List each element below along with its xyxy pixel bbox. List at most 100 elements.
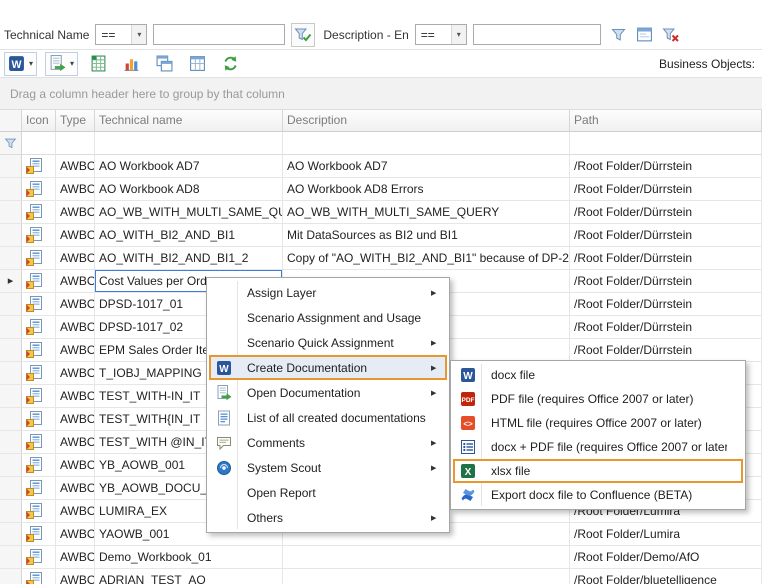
row-indicator[interactable] — [0, 431, 22, 454]
cell-type[interactable]: AWBO — [56, 362, 95, 385]
column-header-type[interactable]: Type — [56, 110, 95, 132]
filter-cell-type[interactable] — [56, 132, 95, 155]
cell-technical-name[interactable]: AO_WITH_BI2_AND_BI1 — [95, 224, 283, 247]
cell-path[interactable]: /Root Folder/Dürrstein — [570, 224, 762, 247]
cell-type[interactable]: AWBO — [56, 523, 95, 546]
filter-button[interactable] — [607, 23, 631, 47]
submenu-item-docx-file[interactable]: docx file ▶ — [453, 363, 743, 387]
cell-path[interactable]: /Root Folder/Dürrstein — [570, 293, 762, 316]
row-indicator[interactable] — [0, 523, 22, 546]
cell-path[interactable]: /Root Folder/bluetelligence — [570, 569, 762, 584]
clear-filter-button[interactable] — [659, 23, 683, 47]
menu-item-comments[interactable]: Comments ▶ — [209, 430, 447, 455]
row-indicator[interactable] — [0, 569, 22, 584]
table-row[interactable]: AWBO AO Workbook AD7 AO Workbook AD7 /Ro… — [0, 155, 762, 178]
menu-item-list-of-all-created-documentations[interactable]: List of all created documentations ▶ — [209, 405, 447, 430]
cell-path[interactable]: /Root Folder/Demo/AfO — [570, 546, 762, 569]
row-indicator[interactable] — [0, 362, 22, 385]
row-indicator[interactable] — [0, 224, 22, 247]
apply-filter-button[interactable] — [291, 23, 315, 47]
technical-name-filter-input[interactable] — [153, 24, 285, 45]
cell-description[interactable]: Copy of "AO_WITH_BI2_AND_BI1" because of… — [283, 247, 570, 270]
row-indicator[interactable] — [0, 155, 22, 178]
refresh-button[interactable] — [218, 52, 243, 76]
row-indicator[interactable] — [0, 546, 22, 569]
row-indicator[interactable] — [0, 408, 22, 431]
create-documentation-split-button[interactable]: ▾ — [4, 52, 37, 76]
cell-path[interactable]: /Root Folder/Dürrstein — [570, 270, 762, 293]
cell-technical-name[interactable]: AO Workbook AD8 — [95, 178, 283, 201]
row-indicator[interactable] — [0, 339, 22, 362]
cell-type[interactable]: AWBO — [56, 500, 95, 523]
cell-type[interactable]: AWBO — [56, 178, 95, 201]
submenu-item-xlsx-file[interactable]: xlsx file ▶ — [453, 459, 743, 483]
cell-type[interactable]: AWBO — [56, 546, 95, 569]
menu-item-scenario-quick-assignment[interactable]: Scenario Quick Assignment ▶ — [209, 330, 447, 355]
cell-type[interactable]: AWBO — [56, 408, 95, 431]
column-header-description[interactable]: Description — [283, 110, 570, 132]
cell-path[interactable]: /Root Folder/Dürrstein — [570, 316, 762, 339]
group-by-panel[interactable]: Drag a column header here to group by th… — [0, 78, 762, 110]
menu-item-scenario-assignment-and-usage[interactable]: Scenario Assignment and Usage ▶ — [209, 305, 447, 330]
table-row[interactable]: AWBO AO_WB_WITH_MULTI_SAME_QUERY AO_WB_W… — [0, 201, 762, 224]
submenu-item-docx-pdf-file-requires-office-2007-or-later[interactable]: docx + PDF file (requires Office 2007 or… — [453, 435, 743, 459]
cell-type[interactable]: AWBO — [56, 339, 95, 362]
cell-description[interactable]: AO Workbook AD7 — [283, 155, 570, 178]
cell-type[interactable]: AWBO — [56, 270, 95, 293]
row-indicator[interactable] — [0, 385, 22, 408]
cell-path[interactable]: /Root Folder/Dürrstein — [570, 339, 762, 362]
row-indicator[interactable] — [0, 247, 22, 270]
submenu-item-export-docx-file-to-confluence-beta[interactable]: Export docx file to Confluence (BETA) ▶ — [453, 483, 743, 507]
menu-item-system-scout[interactable]: System Scout ▶ — [209, 455, 447, 480]
open-documentation-split-button[interactable]: ▾ — [45, 52, 78, 76]
cell-description[interactable] — [283, 569, 570, 584]
cell-technical-name[interactable]: Demo_Workbook_01 — [95, 546, 283, 569]
cell-type[interactable]: AWBO — [56, 224, 95, 247]
column-header-technical-name[interactable]: Technical name — [95, 110, 283, 132]
cell-type[interactable]: AWBO — [56, 316, 95, 339]
cell-description[interactable]: AO Workbook AD8 Errors — [283, 178, 570, 201]
row-indicator[interactable] — [0, 178, 22, 201]
cell-path[interactable]: /Root Folder/Dürrstein — [570, 201, 762, 224]
filter-editor-button[interactable] — [633, 23, 657, 47]
export-excel-button[interactable] — [86, 52, 111, 76]
submenu-item-pdf-file-requires-office-2007-or-later[interactable]: PDF file (requires Office 2007 or later)… — [453, 387, 743, 411]
row-indicator[interactable] — [0, 201, 22, 224]
copy-grid-button[interactable] — [152, 52, 177, 76]
menu-item-open-report[interactable]: Open Report ▶ — [209, 480, 447, 505]
row-indicator[interactable] — [0, 477, 22, 500]
cell-type[interactable]: AWBO — [56, 431, 95, 454]
table-row[interactable]: AWBO AO Workbook AD8 AO Workbook AD8 Err… — [0, 178, 762, 201]
cell-technical-name[interactable]: AO Workbook AD7 — [95, 155, 283, 178]
menu-item-others[interactable]: Others ▶ — [209, 505, 447, 530]
cell-description[interactable] — [283, 546, 570, 569]
row-indicator[interactable]: ▸ — [0, 270, 22, 293]
filter-cell-description[interactable] — [283, 132, 570, 155]
cell-type[interactable]: AWBO — [56, 155, 95, 178]
chart-report-button[interactable] — [119, 52, 144, 76]
cell-type[interactable]: AWBO — [56, 385, 95, 408]
cell-type[interactable]: AWBO — [56, 247, 95, 270]
cell-path[interactable]: /Root Folder/Dürrstein — [570, 155, 762, 178]
filter-cell-path[interactable] — [570, 132, 762, 155]
cell-path[interactable]: /Root Folder/Lumira — [570, 523, 762, 546]
cell-technical-name[interactable]: AO_WB_WITH_MULTI_SAME_QUERY — [95, 201, 283, 224]
row-indicator[interactable] — [0, 454, 22, 477]
row-indicator[interactable] — [0, 500, 22, 523]
description-filter-input[interactable] — [473, 24, 601, 45]
column-header-path[interactable]: Path — [570, 110, 762, 132]
cell-description[interactable]: AO_WB_WITH_MULTI_SAME_QUERY — [283, 201, 570, 224]
cell-type[interactable]: AWBO — [56, 293, 95, 316]
description-operator-select[interactable]: == ▾ — [415, 24, 467, 45]
cell-path[interactable]: /Root Folder/Dürrstein — [570, 247, 762, 270]
row-indicator[interactable] — [0, 316, 22, 339]
column-header-icon[interactable]: Icon — [22, 110, 56, 132]
filter-cell-technical-name[interactable] — [95, 132, 283, 155]
filter-cell-icon[interactable] — [22, 132, 56, 155]
submenu-item-html-file-requires-office-2007-or-later[interactable]: HTML file (requires Office 2007 or later… — [453, 411, 743, 435]
row-indicator[interactable] — [0, 293, 22, 316]
cell-type[interactable]: AWBO — [56, 477, 95, 500]
cell-technical-name[interactable]: ADRIAN_TEST_AO — [95, 569, 283, 584]
menu-item-open-documentation[interactable]: Open Documentation ▶ — [209, 380, 447, 405]
cell-type[interactable]: AWBO — [56, 201, 95, 224]
